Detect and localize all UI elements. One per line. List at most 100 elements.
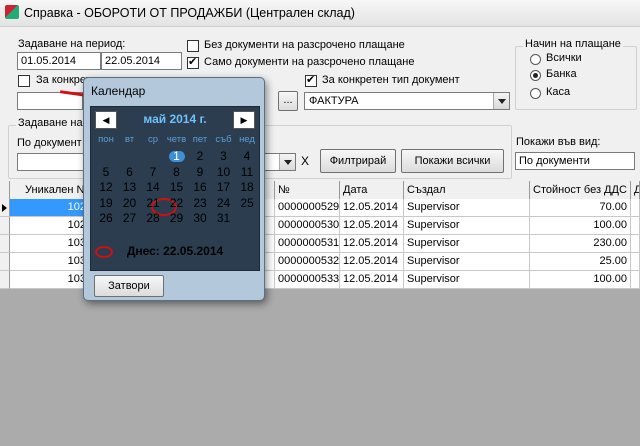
calendar-day[interactable]: 9: [188, 165, 212, 180]
specific-partner-checkbox[interactable]: [18, 75, 30, 87]
filter-group-title: Задаване на: [16, 117, 85, 129]
calendar-title: Календар: [91, 84, 146, 98]
cell-date[interactable]: 12.05.2014: [340, 199, 404, 217]
calendar-day[interactable]: 15: [165, 180, 189, 195]
cell-by[interactable]: Supervisor: [404, 253, 530, 271]
cell-value[interactable]: 230.00: [530, 235, 631, 253]
cell-date[interactable]: 12.05.2014: [340, 217, 404, 235]
payment-cash-radio[interactable]: [530, 88, 541, 99]
calendar-day[interactable]: 7: [141, 165, 165, 180]
calendar-day[interactable]: 6: [118, 165, 142, 180]
cell-num[interactable]: 0000000529: [275, 199, 340, 217]
calendar-popup: Календар ◀ май 2014 г. ▶ пон вт ср четв пет с…: [83, 77, 265, 301]
chevron-down-icon[interactable]: [493, 93, 509, 109]
calendar-day[interactable]: 21: [141, 196, 165, 211]
cell-value[interactable]: 100.00: [530, 217, 631, 235]
cell-by[interactable]: Supervisor: [404, 217, 530, 235]
period-to-input[interactable]: 22.05.2014: [101, 52, 182, 70]
calendar-day[interactable]: 24: [212, 196, 236, 211]
payment-title: Начин на плащане: [523, 38, 623, 50]
no-installment-checkbox[interactable]: [187, 40, 199, 52]
row-indicator: [0, 253, 10, 271]
cell-id[interactable]: 103: [10, 235, 90, 253]
cell-num[interactable]: 0000000531: [275, 235, 340, 253]
payment-bank-radio[interactable]: [530, 70, 541, 81]
specific-doc-type-label: За конкретен тип документ: [322, 74, 460, 86]
show-all-button[interactable]: Покажи всички: [401, 149, 504, 173]
header-date[interactable]: Дата: [340, 181, 404, 199]
filter-button[interactable]: Филтрирай: [320, 149, 396, 173]
calendar-day[interactable]: 28: [141, 211, 165, 226]
period-from-input[interactable]: 01.05.2014: [17, 52, 101, 70]
row-indicator: [0, 217, 10, 235]
cell-by[interactable]: Supervisor: [404, 199, 530, 217]
payment-all-label: Всички: [546, 52, 582, 64]
calendar-close-button[interactable]: Затвори: [94, 275, 164, 297]
header-value-no-vat[interactable]: Стойност без ДДС: [530, 181, 631, 199]
cell-by[interactable]: Supervisor: [404, 235, 530, 253]
calendar-day[interactable]: 10: [212, 165, 236, 180]
cell-value[interactable]: 100.00: [530, 271, 631, 289]
calendar-day[interactable]: 17: [212, 180, 236, 195]
cell-id[interactable]: 103: [10, 253, 90, 271]
calendar-day[interactable]: 25: [235, 196, 259, 211]
calendar-day[interactable]: 29: [165, 211, 189, 226]
calendar-day[interactable]: 27: [118, 211, 142, 226]
cell-date[interactable]: 12.05.2014: [340, 271, 404, 289]
cell-date[interactable]: 12.05.2014: [340, 253, 404, 271]
cell-value[interactable]: 25.00: [530, 253, 631, 271]
calendar-day[interactable]: 2: [188, 149, 212, 164]
calendar-body: ◀ май 2014 г. ▶ пон вт ср четв пет съб нед 123…: [90, 106, 260, 271]
calendar-day[interactable]: 13: [118, 180, 142, 195]
calendar-day[interactable]: 11: [235, 165, 259, 180]
calendar-day[interactable]: 14: [141, 180, 165, 195]
by-document-label: По документ: [17, 137, 82, 149]
cell-empty[interactable]: [631, 253, 640, 271]
only-installment-label: Само документи на разсрочено плащане: [204, 56, 415, 68]
cell-num[interactable]: 0000000530: [275, 217, 340, 235]
calendar-day[interactable]: 4: [235, 149, 259, 164]
calendar-day[interactable]: 20: [118, 196, 142, 211]
payment-bank-label: Банка: [546, 68, 577, 80]
cell-id[interactable]: 102: [10, 217, 90, 235]
doc-type-select[interactable]: ФАКТУРА: [304, 92, 510, 110]
clear-filter-icon[interactable]: X: [301, 154, 309, 168]
header-indicator: [0, 181, 10, 199]
calendar-day-selected[interactable]: 1: [165, 149, 189, 164]
header-extra[interactable]: Д: [631, 181, 640, 199]
cell-num[interactable]: 0000000533: [275, 271, 340, 289]
only-installment-checkbox[interactable]: [187, 55, 199, 69]
cell-empty[interactable]: [631, 271, 640, 289]
view-mode-select[interactable]: По документи: [515, 152, 635, 170]
browse-button[interactable]: ...: [278, 91, 298, 111]
calendar-day-today[interactable]: 22: [165, 196, 189, 211]
cell-id[interactable]: 103: [10, 271, 90, 289]
cell-id[interactable]: 102: [10, 199, 90, 217]
cell-empty[interactable]: [631, 235, 640, 253]
window-title: Справка - ОБОРОТИ ОТ ПРОДАЖБИ (Централен…: [24, 6, 355, 20]
calendar-day[interactable]: 16: [188, 180, 212, 195]
calendar-day[interactable]: 26: [94, 211, 118, 226]
calendar-day[interactable]: 31: [212, 211, 236, 226]
calendar-day[interactable]: 5: [94, 165, 118, 180]
cell-empty[interactable]: [631, 199, 640, 217]
header-created-by[interactable]: Създал: [404, 181, 530, 199]
specific-doc-type-checkbox[interactable]: [305, 73, 317, 87]
payment-cash-label: Каса: [546, 86, 571, 98]
calendar-day[interactable]: 18: [235, 180, 259, 195]
calendar-day[interactable]: 19: [94, 196, 118, 211]
cell-date[interactable]: 12.05.2014: [340, 235, 404, 253]
cell-num[interactable]: 0000000532: [275, 253, 340, 271]
cell-by[interactable]: Supervisor: [404, 271, 530, 289]
payment-all-radio[interactable]: [530, 54, 541, 65]
calendar-day[interactable]: 30: [188, 211, 212, 226]
calendar-day[interactable]: 8: [165, 165, 189, 180]
chevron-down-icon[interactable]: [279, 154, 295, 170]
cell-empty[interactable]: [631, 217, 640, 235]
cell-value[interactable]: 70.00: [530, 199, 631, 217]
title-bar: Справка - ОБОРОТИ ОТ ПРОДАЖБИ (Централен…: [0, 0, 640, 27]
calendar-day[interactable]: 23: [188, 196, 212, 211]
header-number[interactable]: №: [275, 181, 340, 199]
calendar-day[interactable]: 12: [94, 180, 118, 195]
calendar-day[interactable]: 3: [212, 149, 236, 164]
